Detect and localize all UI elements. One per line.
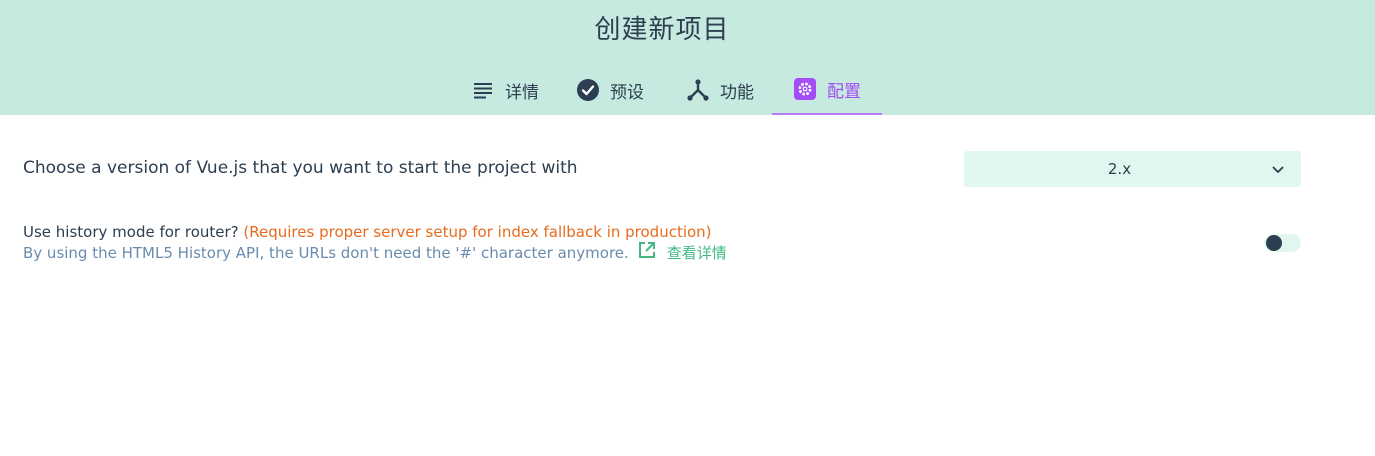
external-link-icon: [638, 242, 655, 258]
tab-presets-label: 预设: [610, 82, 644, 103]
page-title: 创建新项目: [594, 15, 730, 45]
vue-version-label: Choose a version of Vue.js that you want…: [23, 158, 578, 178]
check-circle-icon: [576, 78, 600, 102]
tab-details-label: 详情: [505, 82, 539, 103]
fork-icon: [686, 78, 710, 102]
router-history-description-text: By using the HTML5 History API, the URLs…: [23, 244, 629, 262]
chevron-down-icon: [1271, 162, 1285, 176]
tab-features[interactable]: 功能: [670, 65, 770, 115]
tab-presets[interactable]: 预设: [560, 65, 660, 115]
router-history-description: By using the HTML5 History API, the URLs…: [23, 242, 727, 264]
vue-version-select[interactable]: 2.x: [964, 151, 1301, 187]
gear-icon: [793, 77, 817, 101]
more-info-link-label: 查看详情: [666, 244, 727, 262]
vue-version-value: 2.x: [1107, 160, 1132, 178]
more-info-link[interactable]: 查看详情: [637, 242, 727, 264]
tab-config-label: 配置: [827, 81, 861, 102]
tab-features-label: 功能: [720, 82, 754, 103]
router-history-warning: (Requires proper server setup for index …: [243, 223, 712, 241]
list-icon: [471, 78, 495, 102]
router-history-toggle[interactable]: [1264, 234, 1301, 252]
tab-bar: 详情 预设 功能 配置: [0, 65, 1375, 115]
header: 创建新项目 详情 预设 功能 配置: [0, 0, 1375, 115]
tab-config[interactable]: 配置: [772, 65, 882, 115]
toggle-knob: [1266, 235, 1282, 251]
router-history-label: Use history mode for router? (Requires p…: [23, 222, 712, 242]
router-history-question: Use history mode for router?: [23, 223, 239, 241]
tab-details[interactable]: 详情: [450, 65, 560, 115]
